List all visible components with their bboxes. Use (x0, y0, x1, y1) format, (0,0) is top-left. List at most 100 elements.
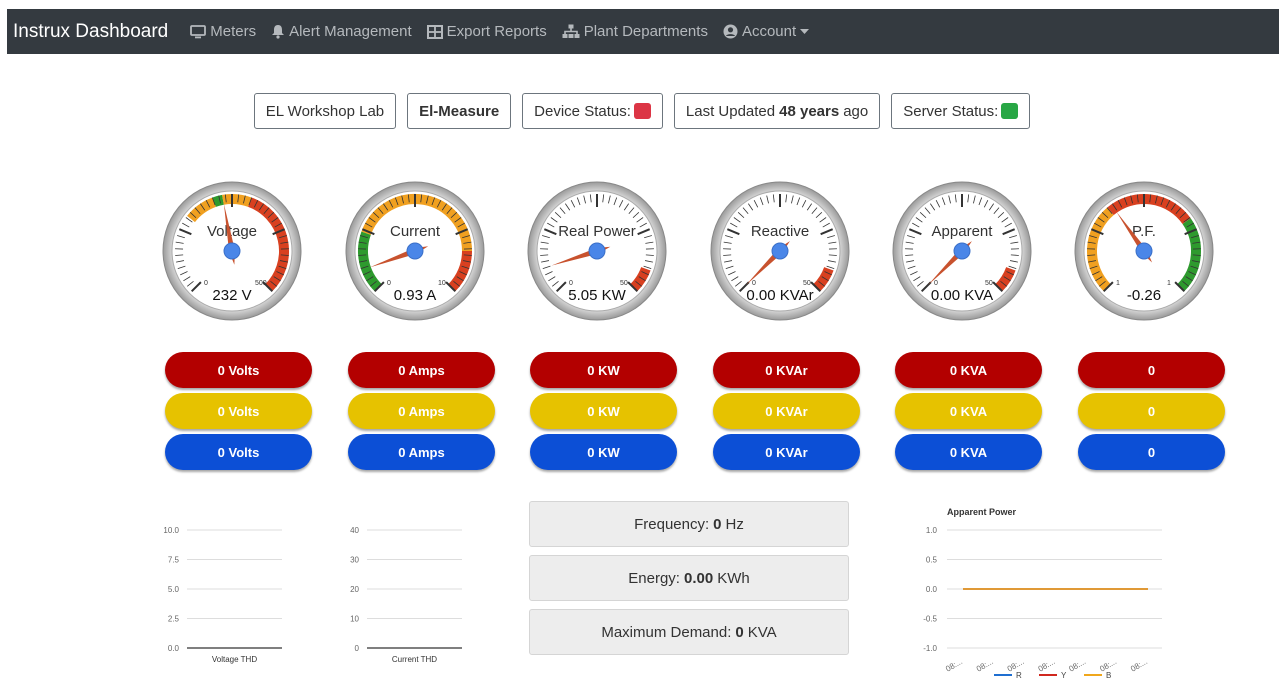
desktop-icon (190, 24, 207, 38)
legend-label: B (1106, 671, 1111, 680)
gauge-value: 0.93 A (394, 287, 437, 304)
phase-red-pill[interactable]: 0 KVAr (713, 352, 860, 388)
phase-yellow-pill[interactable]: 0 Amps (348, 393, 495, 429)
y-tick-label: 7.5 (168, 556, 180, 565)
gauge-max-label: 500 (255, 280, 267, 287)
server-status-indicator (1001, 103, 1019, 119)
frequency-box: Frequency: 0 Hz (529, 501, 849, 547)
gauge-title: Reactive (751, 223, 809, 240)
energy-label: Energy: (628, 569, 680, 587)
gauge-min-label: 1 (1116, 280, 1120, 287)
x-tick-label: 08:... (1129, 657, 1149, 674)
phase-yellow-pill[interactable]: 0 KVA (895, 393, 1042, 429)
y-tick-label: 0.5 (926, 556, 938, 565)
gauge-value: 0.00 KVAr (746, 287, 813, 304)
gauge-hub (588, 242, 606, 260)
phase-red-pill[interactable]: 0 KW (530, 352, 677, 388)
phase-yellow-pill[interactable]: 0 Volts (165, 393, 312, 429)
gauge-hub (771, 242, 789, 260)
gauge-max-label: 1 (1167, 280, 1171, 287)
nav-plant-label: Plant Departments (583, 23, 708, 40)
brand-title[interactable]: Instrux Dashboard (13, 21, 168, 43)
device-status-label: Device Status: (534, 102, 631, 120)
frequency-value: 0 (713, 515, 722, 533)
x-tick-label: 08:... (975, 657, 995, 674)
phase-blue-pill[interactable]: 0 KVAr (713, 434, 860, 470)
phase-red-pill[interactable]: 0 Amps (348, 352, 495, 388)
phase-blue-pill[interactable]: 0 KVA (895, 434, 1042, 470)
sitemap-icon (562, 24, 580, 38)
legend-label: R (1016, 671, 1022, 680)
nav-meters-label: Meters (210, 23, 257, 40)
gauge-title: Current (390, 223, 441, 240)
y-tick-label: 0.0 (926, 585, 938, 594)
nav-account-label: Account (741, 23, 797, 40)
gauge-min-label: 0 (752, 280, 756, 287)
phase-yellow-pill[interactable]: 0 KW (530, 393, 677, 429)
gauge-min-label: 0 (387, 280, 391, 287)
phase-yellow-pill[interactable]: 0 KVAr (713, 393, 860, 429)
demand-label: Maximum Demand: (601, 623, 732, 641)
top-navbar: Instrux Dashboard Meters Alert Managemen… (7, 9, 1279, 54)
server-status-button[interactable]: Server Status: (891, 93, 1031, 129)
chart-title: Apparent Power (947, 507, 1017, 517)
lab-name-button[interactable]: EL Workshop Lab (253, 93, 397, 129)
gauge-voltage: 0 500 Voltage 232 V (162, 181, 302, 321)
phase-yellow-pill[interactable]: 0 (1078, 393, 1225, 429)
y-tick-label: 10 (350, 615, 359, 624)
gauge-current: 0 10 Current 0.93 A (345, 181, 485, 321)
last-updated-button[interactable]: Last Updated 48 years ago (673, 93, 881, 129)
y-tick-label: 1.0 (926, 526, 938, 535)
device-name-button[interactable]: El-Measure (407, 93, 512, 129)
gauge-min-label: 0 (204, 280, 208, 287)
y-tick-label: 20 (350, 585, 359, 594)
device-status-button[interactable]: Device Status: (522, 93, 663, 129)
x-axis-label: Voltage THD (212, 655, 257, 664)
y-tick-label: -1.0 (923, 644, 937, 653)
server-status-label: Server Status: (903, 102, 999, 120)
nav-export-reports[interactable]: Export Reports (426, 23, 547, 40)
phase-red-pill[interactable]: 0 Volts (165, 352, 312, 388)
x-tick-label: 08:... (944, 657, 964, 674)
device-name: El-Measure (419, 102, 500, 120)
nav-alert-management[interactable]: Alert Management (271, 23, 412, 40)
frequency-label: Frequency: (634, 515, 710, 533)
gauge-min-label: 0 (934, 280, 938, 287)
phase-red-pill[interactable]: 0 KVA (895, 352, 1042, 388)
x-tick-label: 08:... (1037, 657, 1057, 674)
user-circle-icon (723, 24, 738, 39)
y-tick-label: 10.0 (163, 526, 179, 535)
phase-blue-pill[interactable]: 0 Amps (348, 434, 495, 470)
nav-meters[interactable]: Meters (190, 23, 256, 40)
gauge-title: Real Power (558, 223, 636, 240)
phase-blue-pill[interactable]: 0 KW (530, 434, 677, 470)
gauge-reactive: 0 50 Reactive 0.00 KVAr (710, 181, 850, 321)
gauge-hub (223, 242, 241, 260)
nav-export-label: Export Reports (446, 23, 547, 40)
bell-icon (272, 25, 285, 39)
maximum-demand-box: Maximum Demand: 0 KVA (529, 609, 849, 655)
y-tick-label: -0.5 (923, 615, 937, 624)
table-icon (426, 24, 443, 39)
caret-down-icon (800, 28, 810, 34)
energy-value: 0.00 (683, 569, 714, 587)
nav-alert-label: Alert Management (289, 23, 412, 40)
gauge-hub (953, 242, 971, 260)
status-bar: EL Workshop Lab El-Measure Device Status… (0, 93, 1284, 129)
gauge-value: 232 V (212, 287, 251, 304)
phase-blue-pill[interactable]: 0 Volts (165, 434, 312, 470)
nav-plant-departments[interactable]: Plant Departments (562, 23, 708, 40)
gauge-apparent: 0 50 Apparent 0.00 KVA (892, 181, 1032, 321)
gauge-p-f: 1 1P.F.-0.26 (1074, 181, 1214, 321)
last-updated-prefix: Last Updated (685, 102, 776, 120)
gauge-max-label: 50 (620, 280, 628, 287)
gauge-value: -0.26 (1127, 287, 1161, 304)
energy-unit: KWh (717, 569, 750, 587)
phase-red-pill[interactable]: 0 (1078, 352, 1225, 388)
demand-unit: KVA (747, 623, 777, 641)
nav-account-dropdown[interactable]: Account (723, 23, 813, 40)
gauge-min-label: 0 (569, 280, 573, 287)
demand-value: 0 (735, 623, 744, 641)
gauge-real-power: 0 50 Real Power 5.05 KW (527, 181, 667, 321)
phase-blue-pill[interactable]: 0 (1078, 434, 1225, 470)
